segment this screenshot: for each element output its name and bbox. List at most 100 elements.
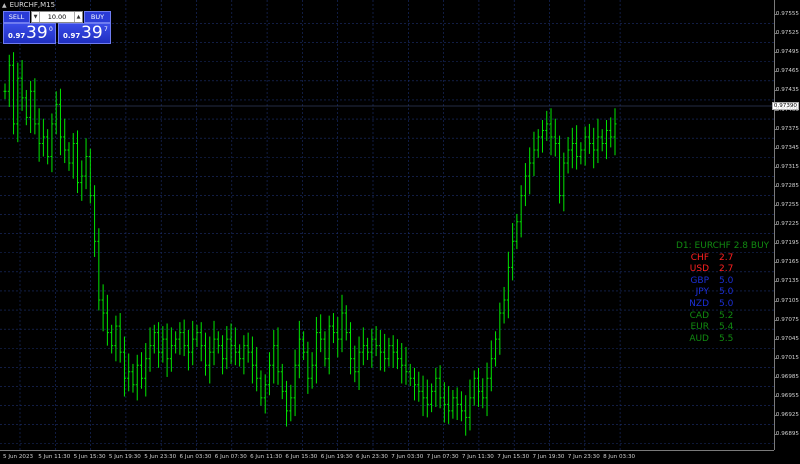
- strength-currency: CHF: [690, 252, 709, 263]
- price-bar: [263, 374, 267, 414]
- price-chart[interactable]: [0, 0, 774, 450]
- price-bar: [144, 343, 148, 397]
- price-bar: [558, 135, 562, 204]
- time-tick-label: 7 Jun 11:30: [461, 454, 494, 460]
- price-bar: [383, 333, 387, 372]
- price-tick-label: 0.97315: [775, 163, 799, 170]
- sell-button[interactable]: SELL: [3, 11, 30, 23]
- price-tick-mark: [775, 147, 778, 149]
- price-bar: [498, 302, 502, 355]
- price-bar: [459, 391, 463, 422]
- time-tick-label: 7 Jun 23:30: [567, 454, 600, 460]
- price-tick-mark: [775, 415, 778, 417]
- strength-row: AUD 5.5: [676, 334, 774, 346]
- price-bar: [212, 320, 216, 366]
- price-bar: [16, 62, 20, 143]
- bid-price-point: 0: [49, 26, 53, 33]
- price-bar: [604, 120, 608, 160]
- price-bar: [208, 336, 212, 384]
- chart-title-bar: ▲ EURCHF,M15: [0, 0, 55, 10]
- ask-price-button[interactable]: 0.97 39 7: [58, 23, 111, 44]
- price-tick-label: 0.97105: [775, 297, 799, 304]
- price-bar: [229, 323, 233, 364]
- price-tick-label: 0.97015: [775, 354, 799, 361]
- price-bar: [587, 123, 591, 154]
- price-bar: [169, 327, 173, 372]
- price-bar: [566, 136, 570, 174]
- price-tick-label: 0.97285: [775, 182, 799, 189]
- strength-value: 5.5: [719, 333, 734, 344]
- buy-button[interactable]: BUY: [84, 11, 111, 23]
- price-bar: [63, 118, 67, 164]
- strength-value: 5.2: [719, 310, 734, 321]
- price-bar: [191, 320, 195, 366]
- price-bar: [221, 335, 225, 375]
- price-bar: [583, 126, 587, 166]
- price-tick-mark: [775, 300, 778, 302]
- strength-currency: JPY: [695, 287, 709, 298]
- price-bar: [451, 390, 455, 419]
- price-bar: [178, 322, 182, 355]
- time-tick-label: 5 Jun 2023: [3, 454, 34, 460]
- price-tick-mark: [775, 128, 778, 130]
- price-bar: [93, 185, 97, 257]
- candlestick-chart[interactable]: [0, 0, 774, 450]
- price-bar: [404, 346, 408, 385]
- price-tick-label: 0.97255: [775, 202, 799, 208]
- time-tick-label: 5 Jun 15:30: [73, 454, 106, 460]
- price-tick-label: 0.97555: [775, 11, 799, 17]
- price-bar: [391, 335, 395, 368]
- strength-value: 5.0: [719, 275, 734, 286]
- price-bar: [285, 380, 289, 427]
- currency-strength-panel: D1: EURCHF 2.8 BUY CHF 2.7 USD 2.7 GBP 5.0 JPY…: [676, 241, 774, 345]
- lot-size-field[interactable]: ▼ 10.00 ▲: [31, 11, 83, 23]
- price-bar: [378, 330, 382, 371]
- price-bar: [575, 125, 579, 170]
- price-axis[interactable]: 0.97390 0.97555 0.97525 0.97495 0.97465 0.97…: [771, 0, 800, 450]
- price-bar: [148, 327, 152, 372]
- price-bar: [238, 344, 242, 367]
- price-bar: [421, 375, 425, 417]
- price-bar: [361, 327, 365, 366]
- price-tick-mark: [775, 319, 778, 321]
- price-bar: [203, 332, 207, 376]
- price-bar: [540, 120, 544, 153]
- lot-size-value[interactable]: 10.00: [40, 13, 74, 21]
- price-bar: [331, 313, 335, 344]
- price-bar: [67, 142, 71, 171]
- price-bar: [131, 363, 135, 393]
- price-bar: [395, 339, 399, 370]
- time-tick-label: 7 Jun 07:30: [426, 454, 459, 460]
- price-tick-mark: [775, 434, 778, 436]
- time-tick-label: 5 Jun 19:30: [108, 454, 141, 460]
- price-bar: [472, 370, 476, 406]
- price-bar: [434, 367, 438, 407]
- price-bar: [468, 379, 472, 431]
- strength-value: 5.0: [719, 298, 734, 309]
- chart-symbol-title: EURCHF,M15: [9, 1, 56, 9]
- price-bar: [506, 251, 510, 319]
- price-tick-label: 0.97165: [775, 259, 799, 266]
- strength-value: 2.7: [719, 252, 734, 263]
- price-bar: [592, 127, 596, 169]
- strength-row: USD 2.7: [676, 264, 774, 276]
- lot-increase-icon[interactable]: ▲: [74, 12, 82, 22]
- price-tick-label: 0.97345: [775, 144, 799, 151]
- time-tick-label: 5 Jun 11:30: [38, 454, 71, 460]
- price-tick-label: 0.96955: [775, 393, 799, 399]
- chart-menu-arrow-icon[interactable]: ▲: [2, 2, 7, 9]
- price-bar: [297, 320, 301, 379]
- time-axis[interactable]: 5 Jun 2023 5 Jun 11:30 5 Jun 15:30 5 Jun 19…: [0, 450, 774, 464]
- price-bar: [289, 384, 293, 422]
- price-bar: [327, 315, 331, 375]
- price-bar: [250, 336, 254, 384]
- price-bar: [50, 113, 54, 173]
- price-bar: [161, 326, 165, 363]
- price-bar: [387, 337, 391, 367]
- time-tick-label: 8 Jun 03:30: [603, 454, 636, 460]
- lot-decrease-icon[interactable]: ▼: [32, 12, 40, 22]
- price-bar: [97, 228, 101, 311]
- bid-price-button[interactable]: 0.97 39 0: [3, 23, 56, 44]
- strength-row: NZD 5.0: [676, 299, 774, 311]
- price-bar: [545, 110, 549, 141]
